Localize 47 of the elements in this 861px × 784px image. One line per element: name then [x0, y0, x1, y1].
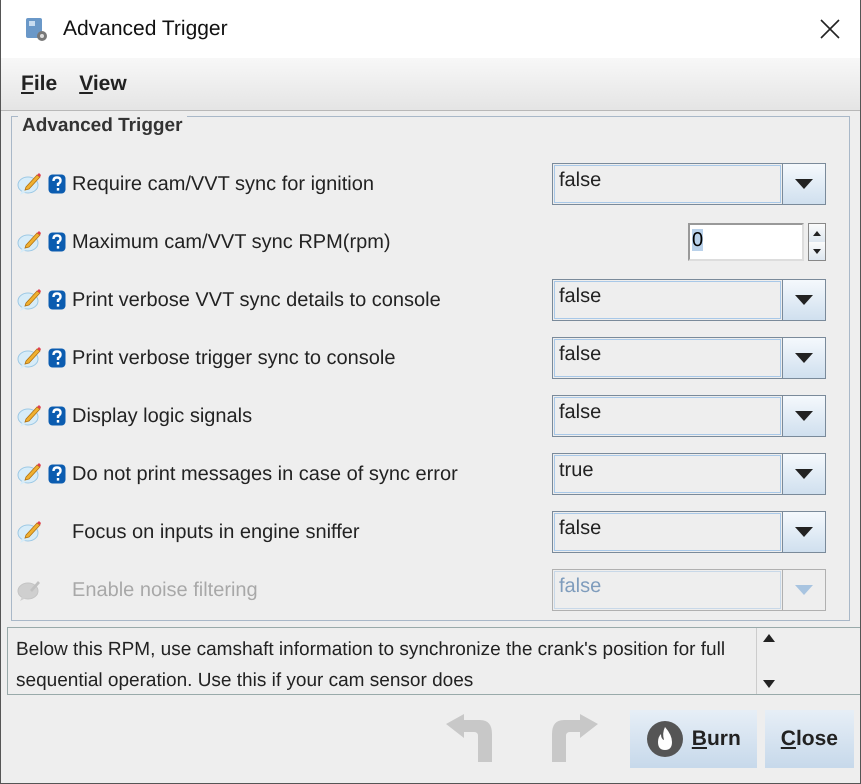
- description-text: Below this RPM, use camshaft information to synchronize the crank's position for full sequential operation. Use this if your cam sensor does: [15, 638, 726, 693]
- caret-icon[interactable]: [795, 411, 813, 421]
- edit-bubble-icon: [16, 172, 42, 196]
- menu-item[interactable]: View: [79, 72, 127, 96]
- dropdown[interactable]: false: [552, 279, 826, 321]
- caret-icon[interactable]: [795, 295, 813, 305]
- number-field[interactable]: 0: [688, 223, 804, 261]
- flame-icon: [646, 720, 684, 758]
- help-icon[interactable]: [48, 174, 66, 194]
- close-button[interactable]: Close: [764, 710, 854, 768]
- help-icon[interactable]: [48, 232, 66, 252]
- help-icon[interactable]: [48, 464, 66, 484]
- setting-label: Enable noise filtering: [72, 578, 259, 602]
- speech-bubble-icon: [16, 578, 42, 602]
- setting-label: Maximum cam/VVT sync RPM(rpm): [72, 230, 392, 254]
- caret-icon[interactable]: [795, 469, 813, 479]
- dropdown[interactable]: false: [552, 511, 826, 553]
- menu-item[interactable]: File: [21, 72, 58, 96]
- dropdown[interactable]: true: [552, 453, 826, 495]
- caret-icon[interactable]: [795, 353, 813, 363]
- setting-label: Print verbose trigger sync to console: [72, 346, 396, 370]
- spin-down-button[interactable]: [809, 242, 825, 260]
- edit-bubble-icon: [16, 520, 42, 544]
- setting-label: Display logic signals: [72, 404, 254, 428]
- edit-bubble-icon: [16, 404, 42, 428]
- edit-bubble-icon: [16, 346, 42, 370]
- help-icon[interactable]: [48, 406, 66, 426]
- edit-bubble-icon: [16, 288, 42, 312]
- dropdown[interactable]: false: [552, 337, 826, 379]
- help-icon[interactable]: [48, 290, 66, 310]
- setting-label: Focus on inputs in engine sniffer: [72, 520, 361, 544]
- setting-label: Do not print messages in case of sync error: [72, 462, 459, 486]
- setting-label: Require cam/VVT sync for ignition: [72, 172, 375, 196]
- burn-button[interactable]: Burn: [630, 710, 757, 768]
- edit-bubble-icon: [16, 462, 42, 486]
- up-caret-icon: [813, 230, 821, 236]
- down-caret-icon: [813, 248, 821, 254]
- setting-label: Print verbose VVT sync details to console: [72, 288, 442, 312]
- caret-icon[interactable]: [795, 527, 813, 537]
- dropdown[interactable]: false: [552, 163, 826, 205]
- help-icon[interactable]: [48, 348, 66, 368]
- caret-icon[interactable]: [795, 179, 813, 189]
- spin-up-button[interactable]: [809, 224, 825, 242]
- dropdown[interactable]: false: [552, 395, 826, 437]
- edit-bubble-icon: [16, 230, 42, 254]
- window-title: Advanced Trigger: [63, 17, 229, 41]
- group-title: Advanced Trigger: [18, 115, 186, 137]
